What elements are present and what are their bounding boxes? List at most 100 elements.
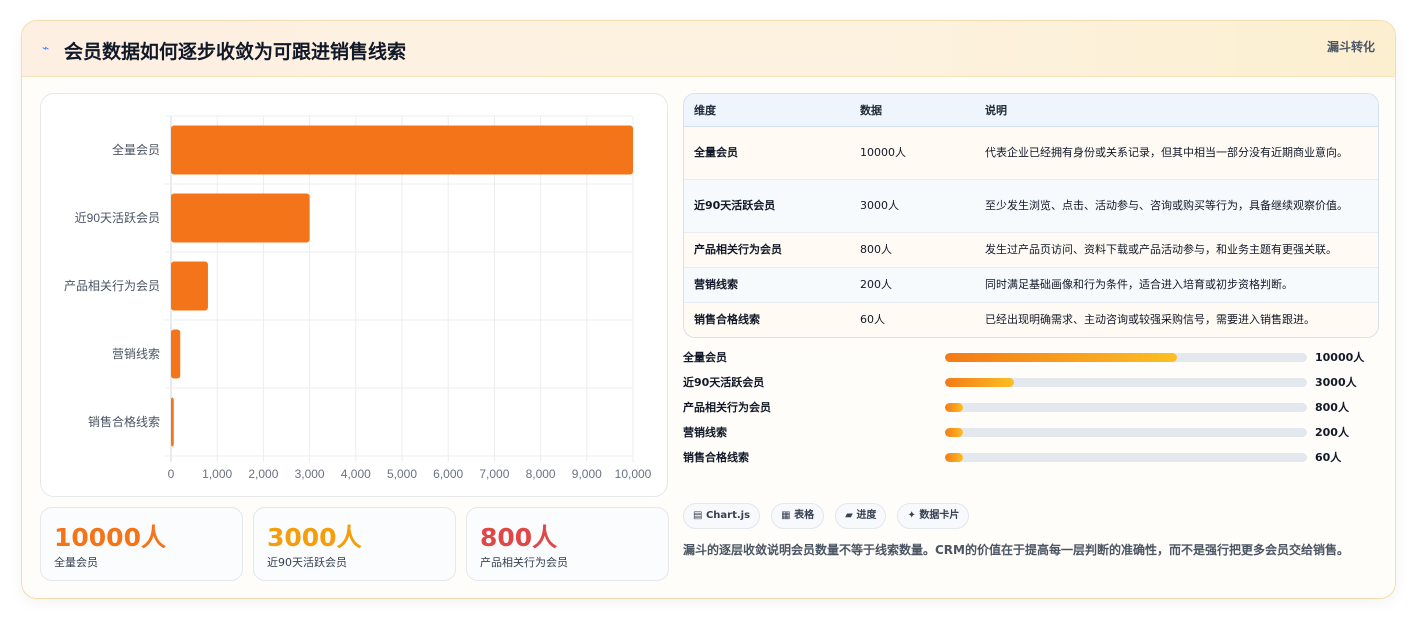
table-header: 数据 (850, 94, 975, 127)
x-tick-label: 7,000 (479, 467, 509, 481)
x-tick-label: 8,000 (526, 467, 556, 481)
card-tag: 漏斗转化 (1326, 40, 1375, 54)
table-cell: 营销线索 (684, 267, 850, 303)
card-header: ⌁ 会员数据如何逐步收敛为可跟进销售线索 漏斗转化 (22, 21, 1395, 77)
table-cell: 产品相关行为会员 (684, 232, 850, 268)
sparkle-icon: ✦ (907, 510, 916, 521)
progress-value: 60人 (1315, 451, 1342, 464)
table-cell: 3000人 (850, 179, 975, 233)
y-category-label: 近90天活跃会员 (75, 211, 160, 225)
chip-progress[interactable]: ▰ 进度 (835, 503, 887, 529)
stat-card-product: 800人 产品相关行为会员 (466, 507, 669, 581)
progress-value: 800人 (1315, 401, 1349, 414)
y-category-label: 营销线索 (112, 347, 160, 361)
table-cell: 同时满足基础画像和行为条件，适合进入培育或初步资格判断。 (975, 267, 1378, 303)
chart-icon: ▤ (693, 510, 703, 521)
progress-row: 营销线索 200人 (683, 422, 1373, 440)
progress-track (945, 428, 1307, 437)
table-header-row: 维度 数据 说明 (684, 94, 1378, 127)
bar (171, 397, 174, 447)
bar (171, 125, 633, 175)
stat-card-all: 10000人 全量会员 (40, 507, 243, 581)
stat-value: 10000人 (54, 523, 166, 552)
progress-fill (945, 403, 964, 412)
funnel-table: 维度 数据 说明 全量会员 10000人 代表企业已经拥有身份或关系记录，但其中… (683, 93, 1379, 338)
summary-note: 漏斗的逐层收敛说明会员数量不等于线索数量。CRM的价值在于提高每一层判断的准确性… (683, 543, 1349, 557)
table-header: 说明 (975, 94, 1378, 127)
progress-row: 销售合格线索 60人 (683, 447, 1373, 465)
table-cell: 10000人 (850, 126, 975, 180)
table-row: 全量会员 10000人 代表企业已经拥有身份或关系记录，但其中相当一部分没有近期… (684, 126, 1378, 180)
progress-value: 200人 (1315, 426, 1349, 439)
table-header: 维度 (684, 94, 850, 127)
progress-track (945, 403, 1307, 412)
progress-label: 销售合格线索 (683, 451, 749, 464)
progress-track (945, 353, 1307, 362)
table-row: 产品相关行为会员 800人 发生过产品页访问、资料下载或产品活动参与，和业务主题… (684, 232, 1378, 268)
funnel-card: ⌁ 会员数据如何逐步收敛为可跟进销售线索 漏斗转化 0 1,000 2,000 3,0… (21, 20, 1396, 599)
table-cell: 200人 (850, 267, 975, 303)
table-cell: 代表企业已经拥有身份或关系记录，但其中相当一部分没有近期商业意向。 (975, 126, 1378, 180)
progress-label: 营销线索 (683, 426, 727, 439)
x-tick-label: 3,000 (295, 467, 325, 481)
progress-fill (945, 353, 1177, 362)
y-category-label: 销售合格线索 (88, 414, 160, 429)
table-row: 近90天活跃会员 3000人 至少发生浏览、点击、活动参与、咨询或购买等行为，具… (684, 179, 1378, 233)
table-icon: ▦ (781, 510, 791, 521)
progress-row: 近90天活跃会员 3000人 (683, 372, 1373, 390)
chip-label: 数据卡片 (919, 510, 960, 521)
y-category-label: 全量会员 (112, 142, 160, 157)
table-cell: 60人 (850, 302, 975, 337)
progress-fill (945, 428, 964, 437)
chip-table[interactable]: ▦ 表格 (771, 503, 825, 529)
progress-value: 3000人 (1315, 376, 1357, 389)
table-row: 销售合格线索 60人 已经出现明确需求、主动咨询或较强采购信号，需要进入销售跟进… (684, 302, 1378, 337)
stat-value: 3000人 (267, 523, 362, 552)
funnel-bar-chart: 0 1,000 2,000 3,000 4,000 5,000 6,000 7,000 8,00… (64, 115, 652, 481)
chip-label: Chart.js (705, 510, 751, 521)
table-cell: 全量会员 (684, 126, 850, 180)
x-tick-label: 2,000 (248, 467, 278, 481)
bar (171, 329, 181, 379)
progress-row: 产品相关行为会员 800人 (683, 397, 1373, 415)
chip-label: 表格 (794, 510, 815, 521)
table-row: 营销线索 200人 同时满足基础画像和行为条件，适合进入培育或初步资格判断。 (684, 267, 1378, 303)
stat-value: 800人 (480, 523, 558, 552)
x-tick-label: 6,000 (433, 467, 463, 481)
bar (171, 193, 310, 243)
stat-card-active: 3000人 近90天活跃会员 (253, 507, 456, 581)
chip-data-card[interactable]: ✦ 数据卡片 (897, 503, 970, 529)
chip-chartjs[interactable]: ▤ Chart.js (683, 503, 761, 529)
table-cell: 800人 (850, 232, 975, 268)
chip-label: 进度 (856, 510, 877, 521)
progress-fill (945, 453, 964, 462)
bar (171, 261, 208, 311)
table-cell: 近90天活跃会员 (684, 179, 850, 233)
lightning-icon: ⌁ (42, 41, 50, 55)
x-tick-label: 0 (168, 467, 175, 481)
progress-track (945, 378, 1307, 387)
progress-label: 产品相关行为会员 (683, 401, 771, 414)
table-cell: 销售合格线索 (684, 302, 850, 337)
stat-label: 产品相关行为会员 (480, 556, 568, 569)
y-category-label: 产品相关行为会员 (64, 279, 160, 293)
card-title: 会员数据如何逐步收敛为可跟进销售线索 (64, 41, 407, 63)
x-tick-label: 10,000 (615, 467, 652, 481)
progress-fill (945, 378, 1014, 387)
progress-track (945, 453, 1307, 462)
progress-icon: ▰ (845, 510, 853, 521)
table-cell: 至少发生浏览、点击、活动参与、咨询或购买等行为，具备继续观察价值。 (975, 179, 1378, 233)
x-tick-label: 5,000 (387, 467, 417, 481)
stat-label: 近90天活跃会员 (267, 556, 347, 569)
progress-label: 近90天活跃会员 (683, 376, 765, 389)
tech-chips: ▤ Chart.js ▦ 表格 ▰ 进度 ✦ 数据卡片 (683, 503, 975, 531)
x-tick-label: 1,000 (202, 467, 232, 481)
table-cell: 已经出现明确需求、主动咨询或较强采购信号，需要进入销售跟进。 (975, 302, 1378, 337)
stat-label: 全量会员 (54, 556, 98, 569)
bar-chart-panel: 0 1,000 2,000 3,000 4,000 5,000 6,000 7,000 8,00… (40, 93, 668, 497)
progress-value: 10000人 (1315, 351, 1365, 364)
progress-row: 全量会员 10000人 (683, 347, 1373, 365)
x-tick-label: 4,000 (341, 467, 371, 481)
table-cell: 发生过产品页访问、资料下载或产品活动参与，和业务主题有更强关联。 (975, 232, 1378, 268)
progress-label: 全量会员 (683, 351, 727, 364)
